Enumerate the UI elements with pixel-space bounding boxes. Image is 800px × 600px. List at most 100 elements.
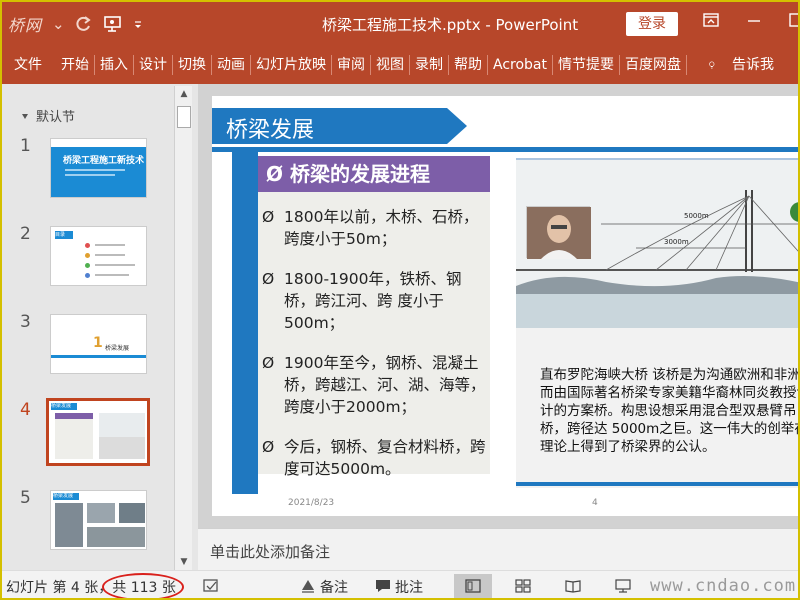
lightbulb-icon[interactable] — [687, 55, 727, 75]
maximize-icon[interactable] — [788, 12, 800, 28]
tab-review[interactable]: 审阅 — [332, 46, 370, 84]
bridge-diagram: 5000m 3000m — [516, 160, 798, 328]
tab-home[interactable]: 开始 — [56, 46, 94, 84]
comments-icon[interactable] — [374, 578, 392, 594]
reading-view-button[interactable] — [554, 574, 592, 598]
ribbon-tabs: 文件 开始 插入 设计 切换 动画 幻灯片放映 审阅 视图 录制 帮助 Acro… — [2, 46, 798, 84]
thumbnail-number: 2 — [20, 224, 31, 244]
thumbnail-scrollbar[interactable]: ▲ ▼ — [174, 86, 192, 570]
tab-design[interactable]: 设计 — [134, 46, 172, 84]
thumbnail-row[interactable]: 1 桥梁工程施工新技术 — [2, 136, 172, 206]
ribbon-display-options-icon[interactable] — [702, 12, 720, 28]
slide-page-number: 4 — [592, 498, 598, 508]
slide-sorter-view-button[interactable] — [504, 574, 542, 598]
thumbnail-title: 桥梁工程施工新技术 — [63, 156, 145, 166]
accessibility-check-icon[interactable] — [202, 578, 220, 594]
bullet-item: Ø 1800年以前，木桥、石桥，跨度小于50m； — [262, 206, 488, 250]
tab-slideshow[interactable]: 幻灯片放映 — [251, 46, 331, 84]
tab-baidu-netdisk[interactable]: 百度网盘 — [620, 46, 686, 84]
slideshow-view-button[interactable] — [604, 574, 642, 598]
portrait-photo — [526, 206, 591, 259]
section-name: 默认节 — [36, 110, 76, 125]
highlight-circle-annotation — [102, 573, 184, 598]
scroll-up-icon[interactable]: ▲ — [175, 86, 193, 102]
tab-view[interactable]: 视图 — [371, 46, 409, 84]
slide-thumbnail[interactable]: 桥梁发展 — [50, 490, 147, 550]
customize-qat-icon[interactable] — [133, 15, 143, 33]
thumbnail-row[interactable]: 2 目录 — [2, 224, 172, 294]
current-slide[interactable]: 桥梁发展 Ø 桥梁的发展进程 Ø 1800年以前，木桥、石桥，跨度小于50m； … — [212, 96, 800, 516]
qat-dropdown-icon[interactable]: ⌄ — [52, 15, 65, 33]
slide-thumbnail[interactable]: 1 桥梁发展 — [50, 314, 147, 374]
window-controls — [702, 12, 800, 28]
slide-subheading[interactable]: Ø 桥梁的发展进程 — [258, 156, 490, 192]
comments-button[interactable]: 批注 — [395, 577, 423, 597]
minimize-icon[interactable] — [746, 12, 762, 28]
tell-me-search[interactable]: 告诉我 — [727, 46, 779, 84]
title-bar: 桥网 ⌄ 桥梁工程施工技术.pptx - PowerPoint 登录 — [2, 2, 800, 46]
thumbnail-row-selected[interactable]: 4 桥梁发展 — [2, 398, 172, 470]
thumbnail-number: 1 — [20, 136, 31, 156]
thumbnail-number: 3 — [20, 312, 31, 332]
slide-sorter-icon — [515, 579, 531, 593]
tab-animations[interactable]: 动画 — [212, 46, 250, 84]
slideshow-icon — [615, 579, 631, 593]
bridge-image[interactable]: 5000m 3000m 直布罗陀海峡大桥 该桥是为沟通欧洲和非洲而由国际著名桥梁… — [516, 158, 800, 488]
thumbnail-number: 5 — [20, 488, 31, 508]
bullet-marker: Ø — [262, 438, 275, 456]
bullet-list[interactable]: Ø 1800年以前，木桥、石桥，跨度小于50m； Ø 1800-1900年，铁桥… — [262, 206, 488, 498]
bullet-item: Ø 1900年至今，钢桥、混凝土 桥，跨越江、河、湖、海等， 跨度小于2000m… — [262, 352, 488, 418]
slide-thumbnail[interactable]: 桥梁工程施工新技术 — [50, 138, 147, 198]
bullet-marker: Ø — [262, 270, 275, 288]
slide-thumbnail-pane: 默认节 1 桥梁工程施工新技术 2 目录 3 1 桥梁发展 4 桥梁发展 5 桥… — [2, 84, 198, 570]
image-bottom-rule — [516, 482, 798, 486]
slide-editing-area: 桥梁发展 Ø 桥梁的发展进程 Ø 1800年以前，木桥、石桥，跨度小于50m； … — [198, 84, 800, 528]
slide-thumbnail[interactable]: 目录 — [50, 226, 147, 286]
watermark-logo: 桥网 — [8, 16, 43, 35]
notes-button[interactable]: 备注 — [320, 577, 348, 597]
login-button[interactable]: 登录 — [626, 12, 678, 36]
notes-pane[interactable]: 单击此处添加备注 — [198, 528, 798, 570]
slide-date: 2021/8/23 — [288, 498, 335, 508]
bullet-text: 1800年以前，木桥、石桥，跨度小于50m； — [284, 208, 479, 248]
thumbnail-title: 桥梁发展 — [53, 493, 79, 500]
scrollbar-thumb[interactable] — [177, 106, 191, 128]
slide-header-rule — [212, 147, 798, 152]
decorative-side-panel — [232, 152, 258, 494]
thumbnail-title: 桥梁发展 — [105, 345, 130, 352]
bullet-item: Ø 今后，钢桥、复合材料桥，跨度可达5000m。 — [262, 436, 488, 480]
site-watermark: www.cndao.com — [650, 576, 797, 596]
bullet-text: 今后，钢桥、复合材料桥，跨度可达5000m。 — [284, 438, 486, 478]
powerpoint-window: 桥网 ⌄ 桥梁工程施工技术.pptx - PowerPoint 登录 文件 开始… — [0, 0, 800, 600]
bridge-caption: 直布罗陀海峡大桥 该桥是为沟通欧洲和非洲而由国际著名桥梁专家美籍华裔林同炎教授设… — [540, 367, 800, 455]
collapse-section-icon[interactable] — [20, 111, 30, 121]
tab-file[interactable]: 文件 — [2, 46, 56, 84]
tab-storyboard[interactable]: 情节提要 — [553, 46, 619, 84]
document-title: 桥梁工程施工技术.pptx - PowerPoint — [322, 16, 579, 34]
thumbnail-number: 4 — [20, 400, 31, 420]
notes-icon[interactable] — [300, 578, 316, 594]
scroll-down-icon[interactable]: ▼ — [175, 554, 193, 570]
tab-insert[interactable]: 插入 — [95, 46, 133, 84]
thumbnail-title: 桥梁发展 — [51, 403, 77, 410]
span-label-5000: 5000m — [684, 212, 709, 220]
thumbnail-title: 目录 — [55, 231, 73, 239]
notes-placeholder[interactable]: 单击此处添加备注 — [210, 541, 330, 562]
tab-record[interactable]: 录制 — [410, 46, 448, 84]
tab-transitions[interactable]: 切换 — [173, 46, 211, 84]
slideshow-from-start-icon[interactable] — [103, 15, 123, 33]
tab-help[interactable]: 帮助 — [449, 46, 487, 84]
normal-view-button[interactable] — [454, 574, 492, 598]
slide-thumbnail-selected[interactable]: 桥梁发展 — [46, 398, 150, 466]
slide-title[interactable]: 桥梁发展 — [226, 112, 314, 144]
section-header[interactable]: 默认节 — [20, 106, 75, 125]
bullet-text: 1900年至今，钢桥、混凝土 桥，跨越江、河、湖、海等， 跨度小于2000m； — [284, 354, 486, 416]
tab-acrobat[interactable]: Acrobat — [488, 46, 552, 84]
thumbnail-row[interactable]: 3 1 桥梁发展 — [2, 312, 172, 382]
bullet-text: 1800-1900年，铁桥、钢桥，跨江河、跨 度小于500m； — [284, 270, 462, 332]
normal-view-icon — [465, 579, 481, 593]
reading-view-icon — [565, 580, 581, 593]
redo-icon[interactable] — [75, 15, 93, 33]
bullet-marker: Ø — [262, 208, 275, 226]
thumbnail-row[interactable]: 5 桥梁发展 — [2, 488, 172, 558]
